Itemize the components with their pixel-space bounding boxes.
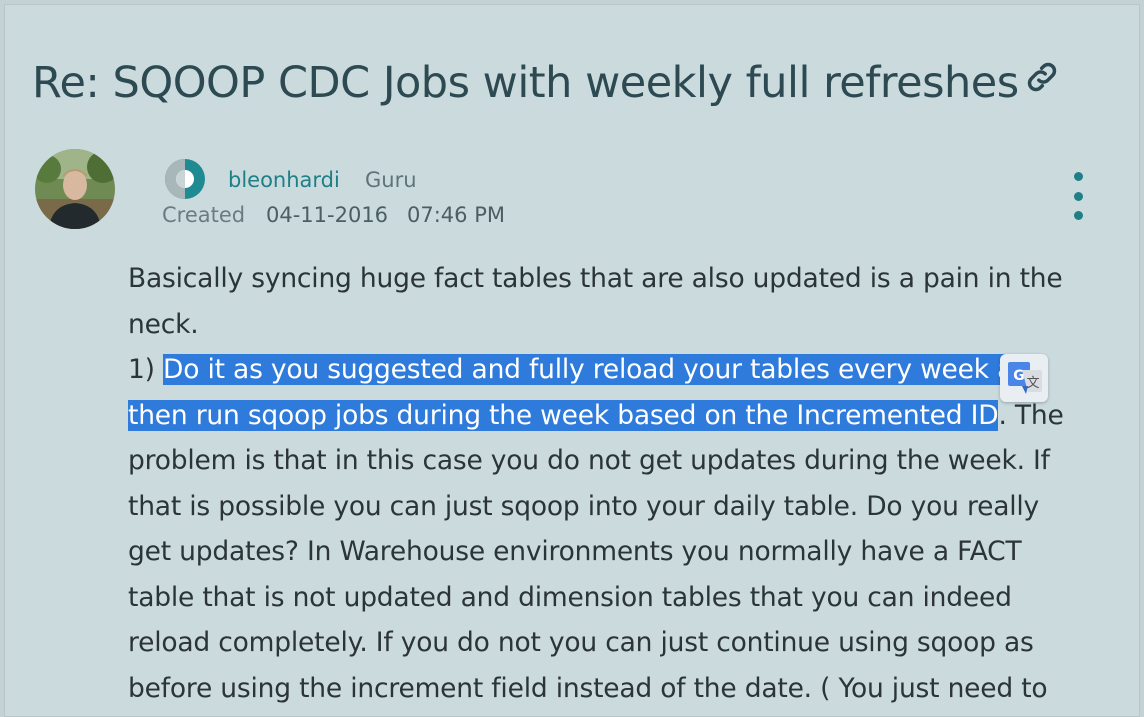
created-date: 04-11-2016 xyxy=(266,203,389,227)
selected-text[interactable]: then run sqoop jobs during the week base… xyxy=(128,399,999,431)
svg-text:文: 文 xyxy=(1026,376,1039,391)
selected-text[interactable]: Do it as you suggested and fully reload … xyxy=(163,354,1013,385)
body-line: reload completely. If you do not you can… xyxy=(128,627,1034,658)
google-translate-icon[interactable]: G 文 xyxy=(1000,354,1048,402)
body-line: that is possible you can just sqoop into… xyxy=(128,490,1040,522)
body-line: 1) Do it as you suggested and fully relo… xyxy=(128,347,1068,393)
menu-dot xyxy=(1073,172,1083,181)
avatar[interactable] xyxy=(35,149,115,229)
author-link[interactable]: bleonhardi xyxy=(228,168,340,192)
list-number: 1) xyxy=(128,354,164,385)
body-text-segment: . The xyxy=(998,399,1064,431)
rank-badge-icon xyxy=(164,158,206,200)
post-title: Re: SQOOP CDC Jobs with weekly full refr… xyxy=(32,58,1061,111)
created-label: Created xyxy=(162,203,246,227)
body-line: neck. xyxy=(128,308,199,340)
menu-dot xyxy=(1073,211,1083,220)
menu-dot xyxy=(1073,191,1083,201)
body-line: get updates? In Warehouse environments y… xyxy=(128,536,1022,567)
author-rank: Guru xyxy=(365,168,417,192)
created-time: 07:46 PM xyxy=(407,203,505,227)
post-body: Basically syncing huge fact tables that … xyxy=(128,256,1068,711)
body-line: before using the increment field instead… xyxy=(128,672,1048,704)
body-line: table that is not updated and dimension … xyxy=(128,581,1012,613)
body-line: Basically syncing huge fact tables that … xyxy=(128,263,1063,294)
link-icon[interactable] xyxy=(1023,57,1061,107)
more-options-icon[interactable] xyxy=(1066,172,1090,220)
post-title-text: Re: SQOOP CDC Jobs with weekly full refr… xyxy=(32,58,1019,108)
body-line: problem is that in this case you do not … xyxy=(128,445,1050,476)
body-line: then run sqoop jobs during the week base… xyxy=(128,393,1068,439)
